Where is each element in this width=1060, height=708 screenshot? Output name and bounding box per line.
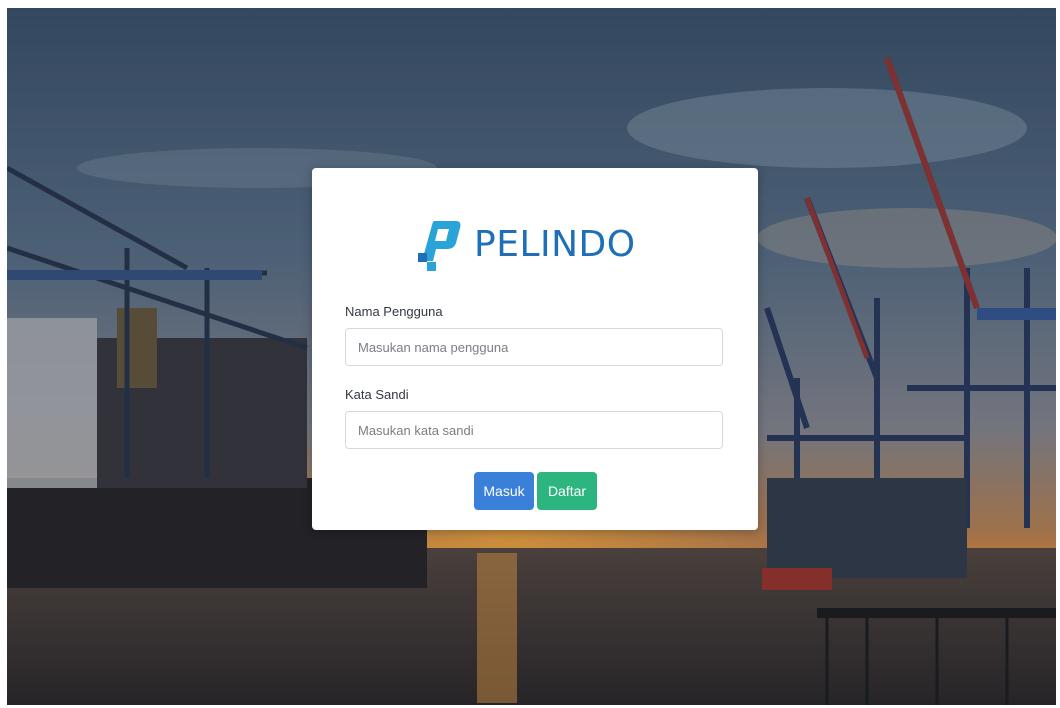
register-button[interactable]: Daftar — [537, 472, 597, 510]
password-label: Kata Sandi — [345, 387, 409, 402]
pelindo-logo-mark-icon — [418, 221, 461, 271]
brand-wordmark: PELINDO — [474, 224, 636, 265]
username-input[interactable] — [345, 328, 723, 366]
password-input[interactable] — [345, 411, 723, 449]
login-page: PELINDO Nama Pengguna Kata Sandi Masuk D… — [7, 8, 1056, 705]
pelindo-logo: PELINDO — [416, 216, 656, 274]
login-button[interactable]: Masuk — [474, 472, 534, 510]
username-label: Nama Pengguna — [345, 304, 443, 319]
login-card: PELINDO Nama Pengguna Kata Sandi Masuk D… — [312, 168, 758, 530]
